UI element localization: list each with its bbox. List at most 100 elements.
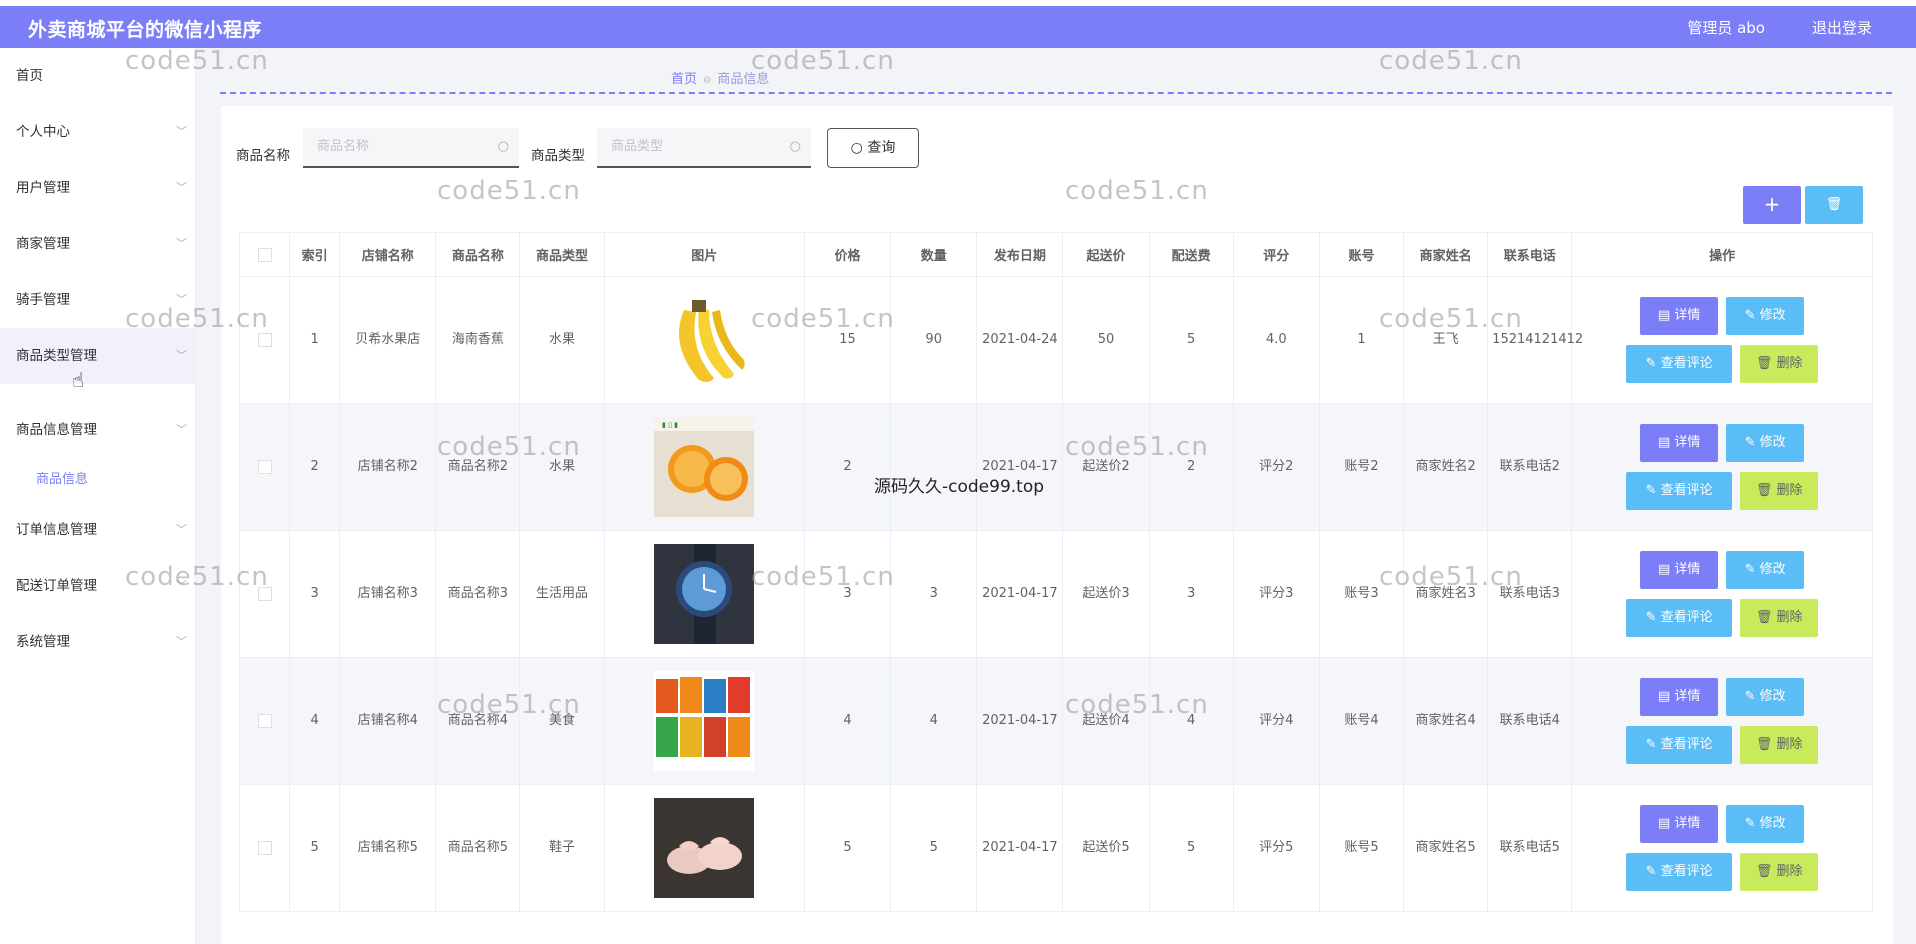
table-header-row: 索引 店铺名称 商品名称 商品类型 图片 价格 数量 发布日期 起送价 配送费 … — [238, 232, 1873, 277]
cell-shop: 店铺名称2 — [339, 403, 437, 531]
delete-button[interactable]: 🗑 删除 — [1740, 345, 1819, 383]
trash-icon: 🗑 — [1755, 737, 1777, 752]
detail-button-label: 详情 — [1674, 562, 1701, 577]
chevron-down-icon: ﹀ — [176, 423, 187, 436]
cell-phone: 15214121412 — [1487, 276, 1583, 404]
cell-price: 5 — [803, 784, 892, 912]
document-icon: ▤ — [1657, 816, 1675, 831]
watermark: code51.cn — [437, 176, 581, 206]
chevron-down-icon: ﹀ — [176, 523, 187, 536]
product-image: ▮ ▯ ▮ — [654, 417, 755, 517]
view-reviews-button[interactable]: ✎ 查看评论 — [1626, 599, 1733, 637]
add-button[interactable]: + — [1743, 186, 1801, 224]
edit-button[interactable]: ✎ 修改 — [1726, 297, 1805, 335]
sidebar-item-system[interactable]: 系统管理 ﹀ — [0, 614, 195, 670]
name-search-input[interactable]: 商品名称 ○ — [303, 128, 519, 168]
row-select-cell[interactable] — [238, 276, 291, 404]
edit-button-label: 修改 — [1759, 435, 1786, 450]
row-checkbox[interactable] — [257, 840, 272, 855]
pencil-icon: ✎ — [1645, 483, 1661, 498]
row-checkbox[interactable] — [257, 332, 272, 347]
cell-fee: 2 — [1148, 403, 1234, 531]
name-search-label: 商品名称 — [236, 148, 290, 164]
actions-cell: ▤ 详情 ✎ 修改 ✎ 查看评论 🗑 删除 — [1571, 657, 1873, 785]
pencil-icon: ✎ — [1645, 356, 1661, 371]
sidebar-subitem-product-info[interactable]: 商品信息 — [0, 458, 195, 502]
chevron-down-icon: ﹀ — [176, 181, 187, 194]
column-header: 商家姓名 — [1403, 232, 1489, 277]
delete-button[interactable]: 🗑 删除 — [1740, 853, 1819, 891]
select-all-cell[interactable] — [238, 232, 291, 277]
query-button[interactable]: ○ 查询 — [827, 128, 919, 168]
cell-phone: 联系电话2 — [1487, 403, 1573, 531]
top-strip — [0, 0, 1916, 6]
view-reviews-button[interactable]: ✎ 查看评论 — [1626, 472, 1733, 510]
edit-button[interactable]: ✎ 修改 — [1726, 551, 1805, 589]
detail-button[interactable]: ▤ 详情 — [1640, 551, 1719, 589]
delete-button[interactable]: 🗑 删除 — [1740, 599, 1819, 637]
logout-link[interactable]: 退出登录 — [1812, 17, 1872, 38]
delete-button-label: 删除 — [1776, 356, 1803, 371]
cell-price: 4 — [803, 657, 892, 785]
query-button-label: 查询 — [867, 140, 896, 156]
view-reviews-button[interactable]: ✎ 查看评论 — [1626, 726, 1733, 764]
select-all-checkbox[interactable] — [257, 247, 272, 262]
cell-account: 账号4 — [1318, 657, 1405, 785]
row-select-cell[interactable] — [238, 657, 291, 785]
view-reviews-button[interactable]: ✎ 查看评论 — [1626, 345, 1733, 383]
table-row: 4 店铺名称4 商品名称4 美食 4 4 2021-04-17 起送价4 4 评分4 账号4 商家姓名… — [238, 657, 1873, 785]
type-search-input[interactable]: 商品类型 ○ — [597, 128, 811, 168]
edit-button-label: 修改 — [1759, 689, 1786, 704]
row-actions: ▤ 详情 ✎ 修改 ✎ 查看评论 🗑 删除 — [1576, 805, 1868, 891]
product-image-cell: ▮ ▯ ▮ — [603, 403, 805, 531]
action-row: ✎ 查看评论 🗑 删除 — [1626, 472, 1819, 510]
sidebar-item-users[interactable]: 用户管理 ﹀ — [0, 160, 195, 216]
cell-min_price: 起送价5 — [1062, 784, 1150, 912]
row-actions: ▤ 详情 ✎ 修改 ✎ 查看评论 🗑 删除 — [1576, 424, 1868, 510]
row-checkbox[interactable] — [257, 459, 272, 474]
row-checkbox[interactable] — [257, 586, 272, 601]
detail-button[interactable]: ▤ 详情 — [1640, 805, 1719, 843]
cell-score: 评分4 — [1232, 657, 1320, 785]
cell-shop: 店铺名称5 — [339, 784, 437, 912]
sidebar-item-personal[interactable]: 个人中心 ﹀ — [0, 104, 195, 160]
row-select-cell[interactable] — [238, 784, 291, 912]
chevron-down-icon: ﹀ — [176, 579, 187, 592]
sidebar-item-riders[interactable]: 骑手管理 ﹀ — [0, 272, 195, 328]
sidebar-item-home[interactable]: 首页 — [0, 48, 195, 104]
batch-delete-button[interactable]: 🗑 — [1805, 186, 1863, 224]
sidebar-item-merchants[interactable]: 商家管理 ﹀ — [0, 216, 195, 272]
product-table: 索引 店铺名称 商品名称 商品类型 图片 价格 数量 发布日期 起送价 配送费 … — [238, 232, 1873, 912]
sidebar-item-delivery[interactable]: 配送订单管理 ﹀ — [0, 558, 195, 614]
product-image-cell — [603, 276, 805, 404]
edit-button[interactable]: ✎ 修改 — [1726, 805, 1805, 843]
cell-name: 商品名称5 — [435, 784, 521, 912]
sidebar-item-product-info[interactable]: 商品信息管理 ﹀ — [0, 402, 195, 458]
app-title: 外卖商城平台的微信小程序 — [28, 19, 263, 41]
action-row: ▤ 详情 ✎ 修改 — [1640, 805, 1805, 843]
cell-account: 账号2 — [1318, 403, 1405, 531]
sidebar-item-label: 订单信息管理 — [16, 522, 97, 538]
view-reviews-button[interactable]: ✎ 查看评论 — [1626, 853, 1733, 891]
edit-button[interactable]: ✎ 修改 — [1726, 424, 1805, 462]
cell-index: 3 — [289, 530, 341, 658]
row-select-cell[interactable] — [238, 403, 291, 531]
row-select-cell[interactable] — [238, 530, 291, 658]
cell-merchant: 商家姓名3 — [1403, 530, 1489, 658]
svg-text:▮ ▯ ▮: ▮ ▯ ▮ — [662, 421, 678, 429]
sidebar-item-orders[interactable]: 订单信息管理 ﹀ — [0, 502, 195, 558]
chevron-down-icon: ﹀ — [176, 237, 187, 250]
pencil-icon: ✎ — [1744, 816, 1760, 831]
breadcrumb-home[interactable]: 首页 — [671, 72, 697, 87]
delete-button[interactable]: 🗑 删除 — [1740, 472, 1819, 510]
detail-button[interactable]: ▤ 详情 — [1640, 678, 1719, 716]
detail-button[interactable]: ▤ 详情 — [1640, 297, 1719, 335]
cell-account: 账号5 — [1318, 784, 1405, 912]
delete-button[interactable]: 🗑 删除 — [1740, 726, 1819, 764]
detail-button[interactable]: ▤ 详情 — [1640, 424, 1719, 462]
row-checkbox[interactable] — [257, 713, 272, 728]
trash-icon: 🗑 — [1755, 610, 1777, 625]
sidebar-item-product-types[interactable]: 商品类型管理 ﹀ — [0, 328, 195, 384]
cell-shop: 店铺名称3 — [339, 530, 437, 658]
edit-button[interactable]: ✎ 修改 — [1726, 678, 1805, 716]
